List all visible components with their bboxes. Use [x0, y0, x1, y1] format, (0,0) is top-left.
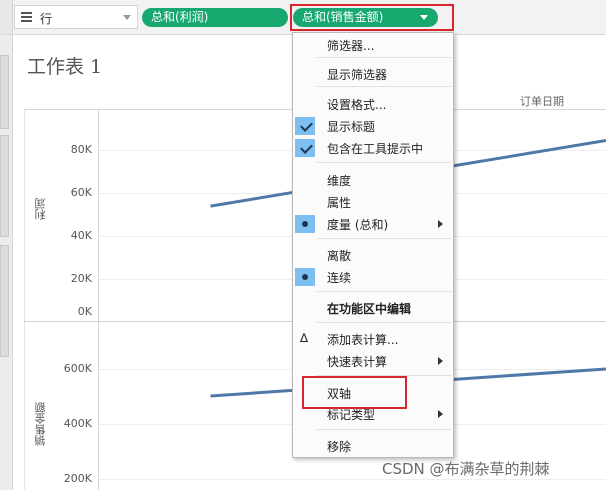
menu-item-filter[interactable]: 筛选器... [293, 35, 453, 55]
menu-separator [317, 162, 451, 163]
bullet-icon [302, 274, 308, 280]
delta-icon: ∆ [300, 331, 309, 345]
menu-item-discrete[interactable]: 离散 [293, 245, 453, 265]
bullet-icon [302, 221, 308, 227]
menu-separator [317, 57, 451, 58]
menu-item-dimension[interactable]: 维度 [293, 170, 453, 190]
menu-item-include-tooltip[interactable]: 包含在工具提示中 [293, 138, 453, 158]
chevron-right-icon [438, 220, 443, 228]
menu-item-remove[interactable]: 移除 [293, 436, 453, 456]
menu-item-measure-sum[interactable]: 度量 (总和) [293, 214, 453, 234]
watermark: CSDN @布满杂草的荆棘 [382, 460, 550, 478]
menu-item-quick-table-calc[interactable]: 快速表计算 [293, 351, 453, 371]
dual-axis-highlight-box [302, 376, 407, 409]
menu-item-show-filter[interactable]: 显示筛选器 [293, 64, 453, 84]
menu-checked-gutter [295, 117, 315, 135]
menu-item-show-header[interactable]: 显示标题 [293, 116, 453, 136]
menu-separator [317, 86, 451, 87]
menu-separator [317, 238, 451, 239]
menu-checked-gutter [295, 139, 315, 157]
menu-separator [317, 429, 451, 430]
checkmark-icon [300, 119, 313, 132]
menu-item-format[interactable]: 设置格式... [293, 94, 453, 114]
menu-selected-gutter [295, 268, 315, 286]
menu-item-add-table-calc[interactable]: ∆ 添加表计算... [293, 329, 453, 349]
menu-selected-gutter [295, 215, 315, 233]
menu-item-attribute[interactable]: 属性 [293, 192, 453, 212]
menu-separator [317, 291, 451, 292]
menu-separator [317, 322, 451, 323]
chevron-right-icon [438, 410, 443, 418]
checkmark-icon [300, 141, 313, 154]
chevron-right-icon [438, 357, 443, 365]
menu-item-continuous[interactable]: 连续 [293, 267, 453, 287]
menu-item-edit-in-shelf[interactable]: 在功能区中编辑 [293, 298, 453, 318]
